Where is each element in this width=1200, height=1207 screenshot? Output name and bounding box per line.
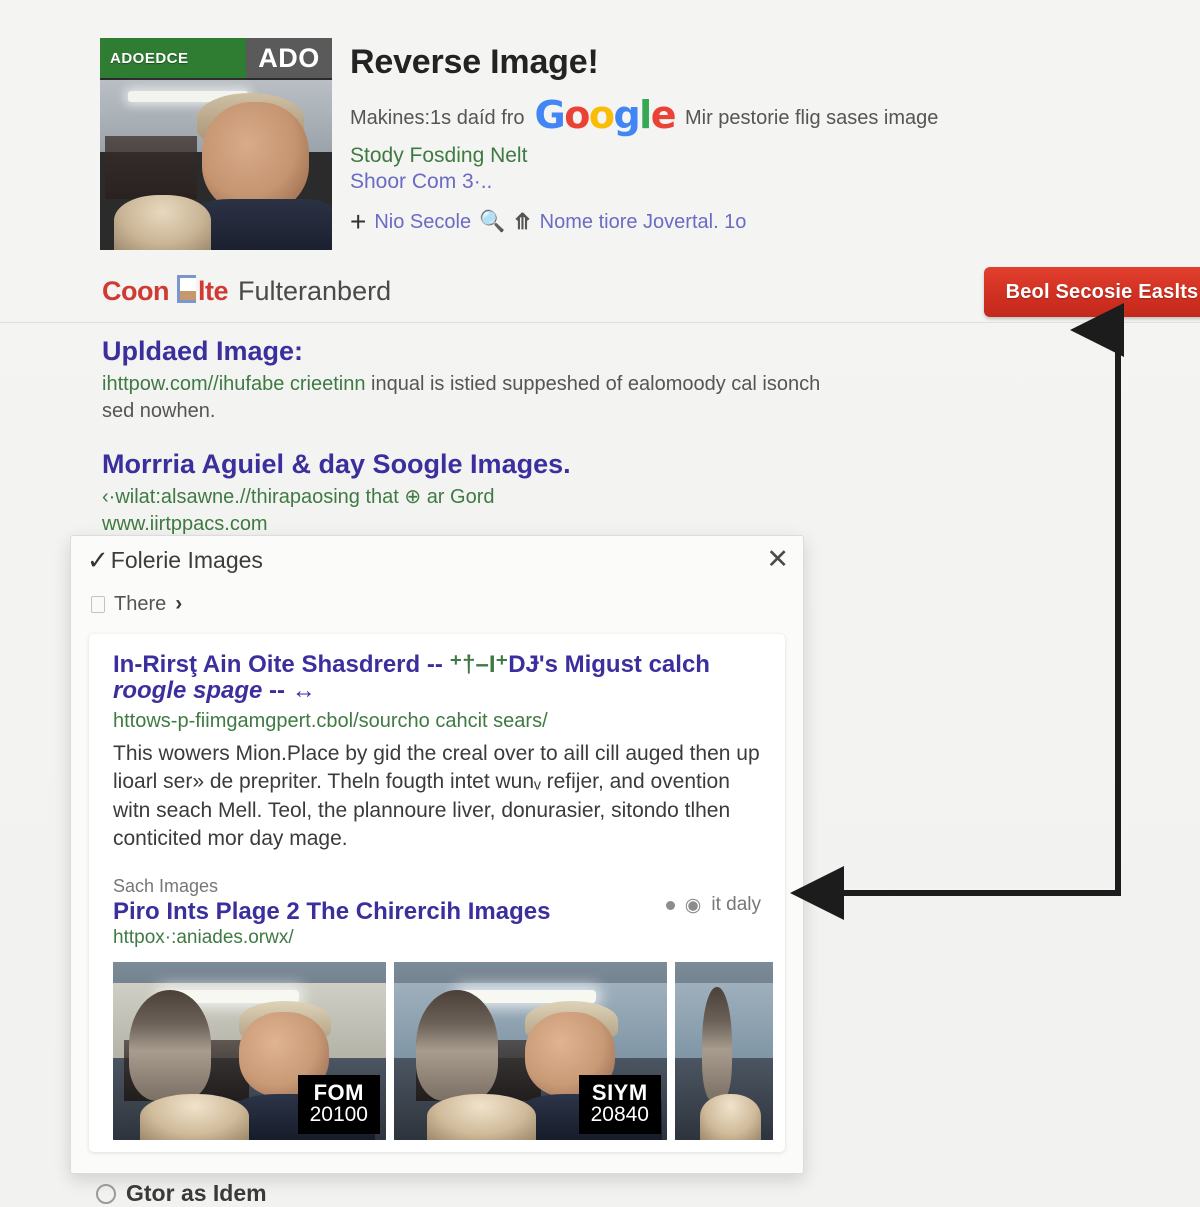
- card-title-part-1: In-Rirsţ Ain Oite Shasdrerd --: [113, 651, 450, 678]
- aperture-icon: ◉: [684, 894, 702, 916]
- result-title: Reverse Image!: [350, 43, 599, 81]
- folerie-images-dialog: ✓ Folerie Images ✕ There › In-Rirsţ Ain …: [70, 535, 804, 1174]
- overlay-label-top: SIYM: [591, 1079, 648, 1105]
- thumbnail-overlay-label: SIYM 20840: [578, 1074, 661, 1134]
- card-content: In-Rirsţ Ain Oite Shasdrerd -- ⁺†–I⁺DɈ's…: [89, 634, 785, 854]
- card-title[interactable]: In-Rirsţ Ain Oite Shasdrerd -- ⁺†–I⁺DɈ's…: [113, 651, 761, 705]
- card-title-green-glyphs: ⁺†–I⁺: [449, 651, 509, 678]
- radio-button-icon[interactable]: [96, 1183, 116, 1204]
- bottom-option-row[interactable]: Gtor as Idem: [96, 1180, 267, 1207]
- chevrons-up-icon[interactable]: ⤊: [513, 209, 531, 235]
- overlay-label-bottom: 20840: [590, 1102, 649, 1126]
- card-secondary-title[interactable]: Piro Ints Plage 2 The Chirercih Images: [113, 898, 761, 925]
- section-url-line-1: ‹·wilat:alsawne.//thirapaosing that ⊕ ar…: [102, 486, 495, 509]
- brand-line: Coon lte Fulteranberd: [102, 272, 391, 307]
- card-thumbnail-strip: FOM 20100 SIYM 20840: [113, 962, 773, 1140]
- brand-box-icon: [176, 275, 196, 303]
- subtitle-after-text: Mir pestorie flig sases image: [684, 106, 939, 129]
- subrow-label: There: [114, 592, 167, 615]
- page-canvas: ADOEDCE ADO Reverse Image! Makines:1s da…: [0, 0, 1200, 1206]
- thumb-scene: [675, 962, 773, 1140]
- thumb-dog: [426, 1093, 536, 1140]
- card-url[interactable]: httows-p-fiimgamgpert.cbol/sourcho cahci…: [113, 709, 761, 734]
- result-blue-line[interactable]: Shoor Com 3·..: [350, 170, 938, 194]
- card-title-part-2: DɈ's Migust calch: [508, 651, 710, 678]
- bottom-option-label: Gtor as Idem: [126, 1180, 267, 1206]
- chevron-right-icon[interactable]: ›: [175, 592, 182, 616]
- dialog-subrow[interactable]: There ›: [71, 584, 803, 624]
- google-logo: Google: [534, 92, 677, 137]
- section-divider: [0, 322, 1200, 323]
- thumbnail-badge-bar: ADOEDCE ADO: [100, 38, 332, 78]
- card-meta-label: it daly: [711, 894, 761, 916]
- square-icon: [91, 595, 105, 613]
- checkmark-icon: ✓: [87, 545, 109, 575]
- card-kicker: Sach Images: [113, 875, 219, 896]
- search-result-block: ADOEDCE ADO Reverse Image! Makines:1s da…: [100, 38, 1100, 250]
- magnifier-icon[interactable]: 🔍: [479, 210, 505, 234]
- brand-gray-part: Fulteranberd: [238, 276, 392, 306]
- card-thumbnail[interactable]: FOM 20100: [113, 962, 386, 1140]
- photo-dog: [113, 194, 212, 250]
- photo-face: [202, 101, 309, 212]
- card-secondary-url[interactable]: httpox·:aniades.orwx/: [113, 927, 761, 949]
- card-title-tail: -- ↔: [262, 677, 316, 705]
- section-uploaded-image: Upldaed Image: ihttpow.com//ihufabe crie…: [102, 336, 822, 425]
- card-snippet: This wowers Mion.Place by gid the creal …: [113, 741, 760, 851]
- elbow-arrow-path: [790, 303, 1124, 920]
- close-icon[interactable]: ✕: [766, 546, 789, 573]
- thumb-animal: [415, 990, 498, 1101]
- card-title-italic: roogle spage: [113, 677, 263, 705]
- thumb-dog: [700, 1093, 762, 1140]
- card-secondary-result: Sach Images Piro Ints Plage 2 The Chirer…: [89, 876, 785, 949]
- brand-red-part-2: lte: [197, 276, 229, 306]
- section-url-line-2: www.iirtppacs.com: [102, 513, 268, 536]
- section-url-and-body: ihttpow.com//ihufabe crieetinn inqual is…: [102, 371, 822, 425]
- card-thumbnail[interactable]: SIYM 20840: [394, 962, 667, 1140]
- result-green-line: Stody Fosding Nelt: [350, 144, 528, 168]
- beol-secosie-easlts-button[interactable]: Beol Secosie Easlts: [984, 267, 1200, 317]
- result-actions-row: + Nio Secole 🔍 ⤊ Nome tiore Jovertal. 1o: [350, 208, 938, 236]
- plus-icon[interactable]: +: [350, 208, 366, 236]
- thumb-animal: [702, 986, 732, 1101]
- result-text-column: Reverse Image! Makines:1s daíd fro Googl…: [332, 38, 938, 236]
- thumb-dog: [140, 1093, 250, 1140]
- overlay-label-top: FOM: [313, 1079, 364, 1105]
- more-link-label[interactable]: Nome tiore Jovertal. 1o: [540, 211, 747, 234]
- dialog-header: ✓ Folerie Images ✕: [71, 536, 803, 584]
- photo-shelf: [104, 135, 198, 200]
- subtitle-before-text: Makines:1s daíd fro: [350, 106, 525, 129]
- add-section-label[interactable]: Nio Secole: [374, 211, 471, 234]
- section-heading[interactable]: Morrria Aguiel & day Soogle Images.: [102, 449, 822, 480]
- thumbnail-overlay-label: FOM 20100: [297, 1074, 380, 1134]
- card-meta-row: ◉ it daly: [665, 894, 761, 917]
- result-subtitle-line: Makines:1s daíd fro Google Mir pestorie …: [350, 89, 939, 137]
- dialog-title: Folerie Images: [110, 546, 263, 573]
- section-url-text: ihttpow.com//ihufabe crieetinn: [102, 373, 366, 396]
- section-morria-aguiel: Morrria Aguiel & day Soogle Images. ‹·wi…: [102, 449, 822, 538]
- bullet-dot-icon: [665, 900, 675, 910]
- result-card: In-Rirsţ Ain Oite Shasdrerd -- ⁺†–I⁺DɈ's…: [89, 634, 785, 1152]
- badge-green-label: ADOEDCE: [100, 38, 246, 78]
- overlay-label-bottom: 20100: [309, 1102, 368, 1126]
- card-thumbnail[interactable]: [675, 962, 773, 1140]
- result-thumbnail[interactable]: ADOEDCE ADO: [100, 38, 332, 250]
- thumb-animal: [129, 990, 212, 1101]
- brand-red-part-1: Coon: [102, 276, 169, 306]
- section-heading[interactable]: Upldaed Image:: [102, 336, 822, 367]
- badge-gray-label: ADO: [246, 38, 332, 78]
